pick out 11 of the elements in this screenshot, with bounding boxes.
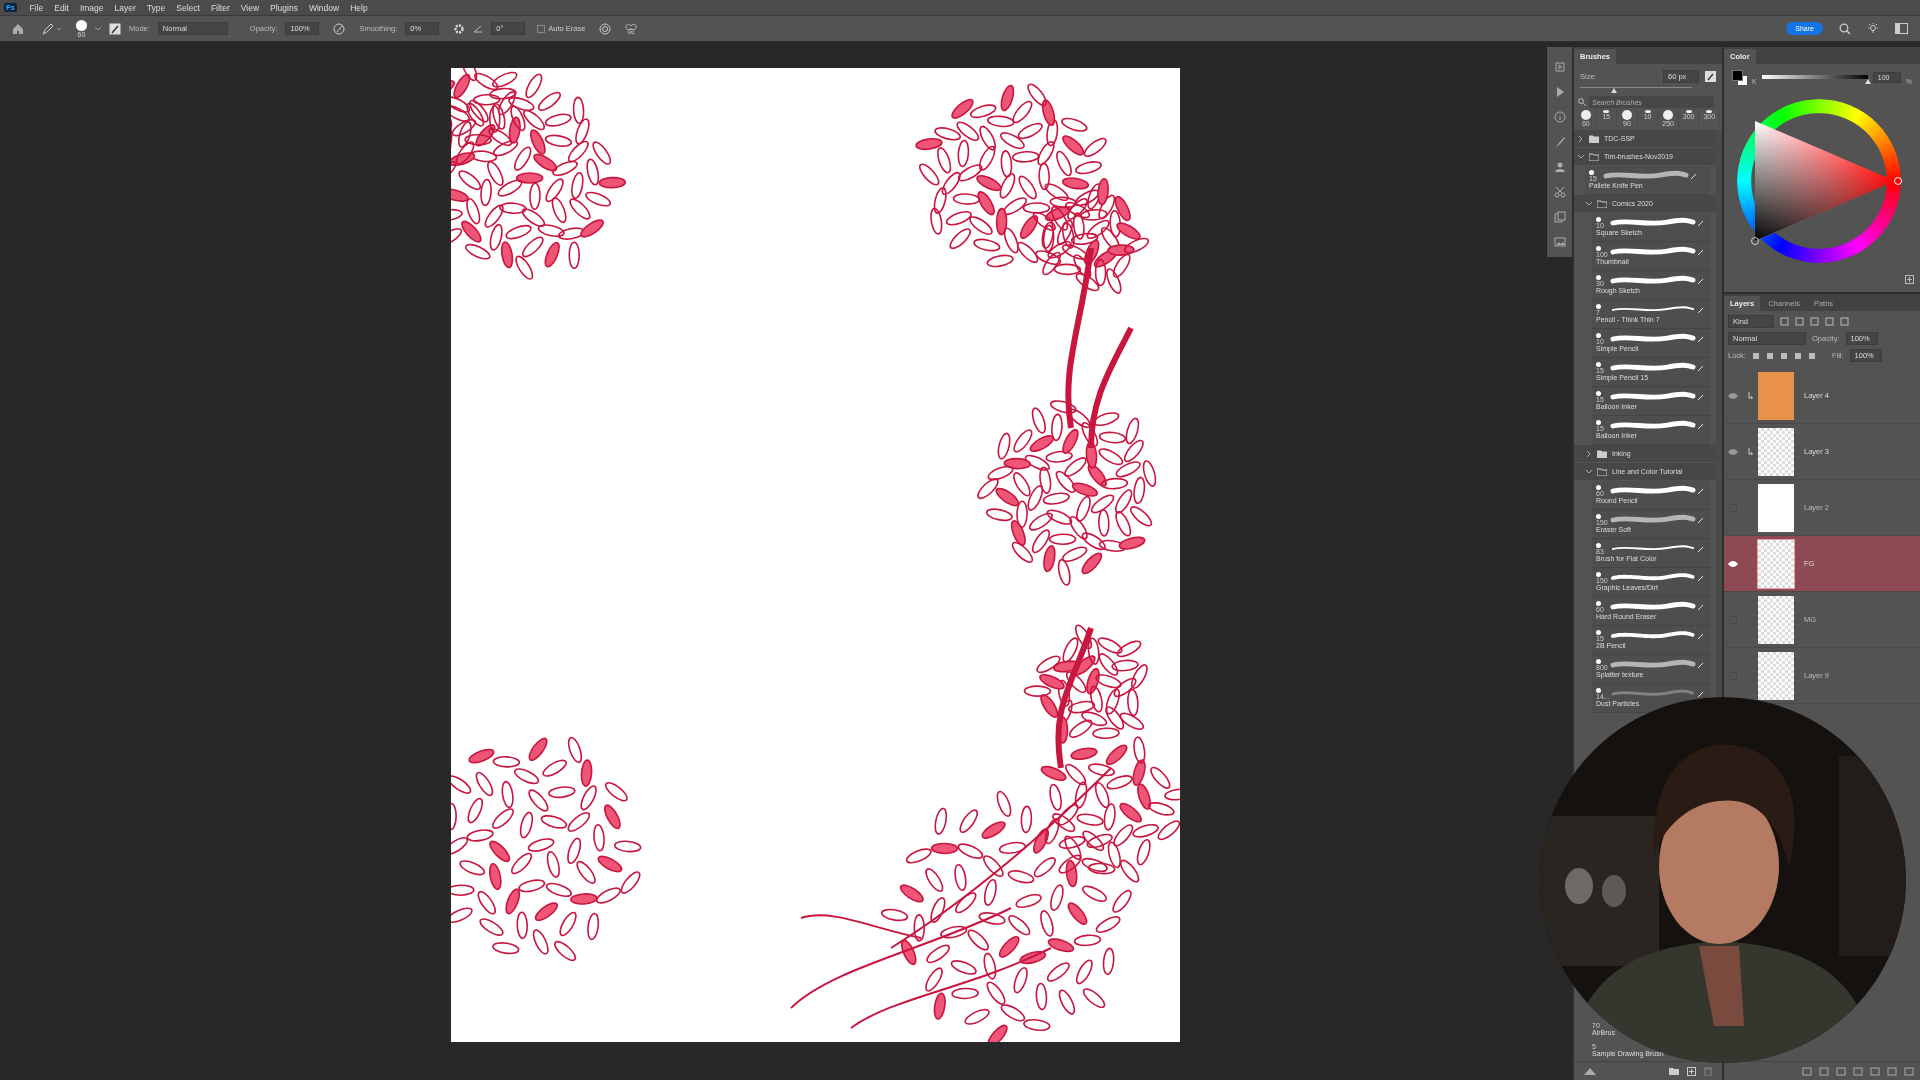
menu-item[interactable]: Type	[146, 2, 166, 13]
menu-item[interactable]: Edit	[54, 2, 69, 13]
menu-item[interactable]: Plugins	[270, 2, 298, 13]
menu-item[interactable]: View	[240, 2, 260, 13]
menu-item[interactable]: Layer	[114, 2, 136, 13]
menu-item[interactable]: File	[29, 2, 44, 13]
menu-item[interactable]: Filter	[210, 2, 230, 13]
menu-item[interactable]: Help	[350, 2, 368, 13]
menu-item[interactable]: Select	[176, 2, 200, 13]
menu-item[interactable]: Image	[79, 2, 104, 13]
menu-item[interactable]: Window	[308, 2, 340, 13]
